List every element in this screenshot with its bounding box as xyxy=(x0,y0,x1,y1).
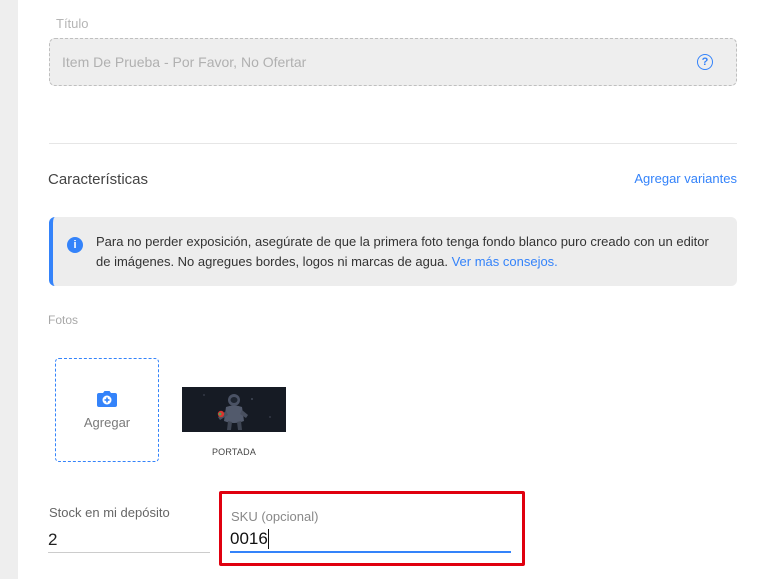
cover-photo-thumbnail[interactable] xyxy=(182,387,286,432)
add-variants-link[interactable]: Agregar variantes xyxy=(634,171,737,186)
text-caret xyxy=(268,529,269,549)
characteristics-heading: Características xyxy=(48,171,149,188)
more-tips-link[interactable]: Ver más consejos. xyxy=(452,254,558,269)
section-divider xyxy=(49,143,737,144)
stock-label: Stock en mi depósito xyxy=(49,505,170,520)
stock-input[interactable] xyxy=(48,528,210,553)
info-icon: i xyxy=(67,237,83,253)
sku-input[interactable] xyxy=(230,527,511,553)
sku-label: SKU (opcional) xyxy=(231,509,319,524)
title-field: Item De Prueba - Por Favor, No Ofertar ? xyxy=(49,38,737,86)
astronaut-image xyxy=(182,387,286,432)
info-banner-message: Para no perder exposición, asegúrate de … xyxy=(96,234,709,269)
title-value: Item De Prueba - Por Favor, No Ofertar xyxy=(62,54,307,70)
left-panel-edge xyxy=(0,0,18,579)
info-banner-text: Para no perder exposición, asegúrate de … xyxy=(96,232,726,272)
help-icon[interactable]: ? xyxy=(697,54,713,70)
camera-add-icon xyxy=(97,390,117,407)
info-banner: i Para no perder exposición, asegúrate d… xyxy=(49,217,737,286)
add-photo-button[interactable]: Agregar xyxy=(55,358,159,462)
title-label: Título xyxy=(56,16,89,31)
cover-caption: PORTADA xyxy=(211,447,257,457)
add-photo-label: Agregar xyxy=(83,414,131,430)
photos-label: Fotos xyxy=(48,313,79,327)
